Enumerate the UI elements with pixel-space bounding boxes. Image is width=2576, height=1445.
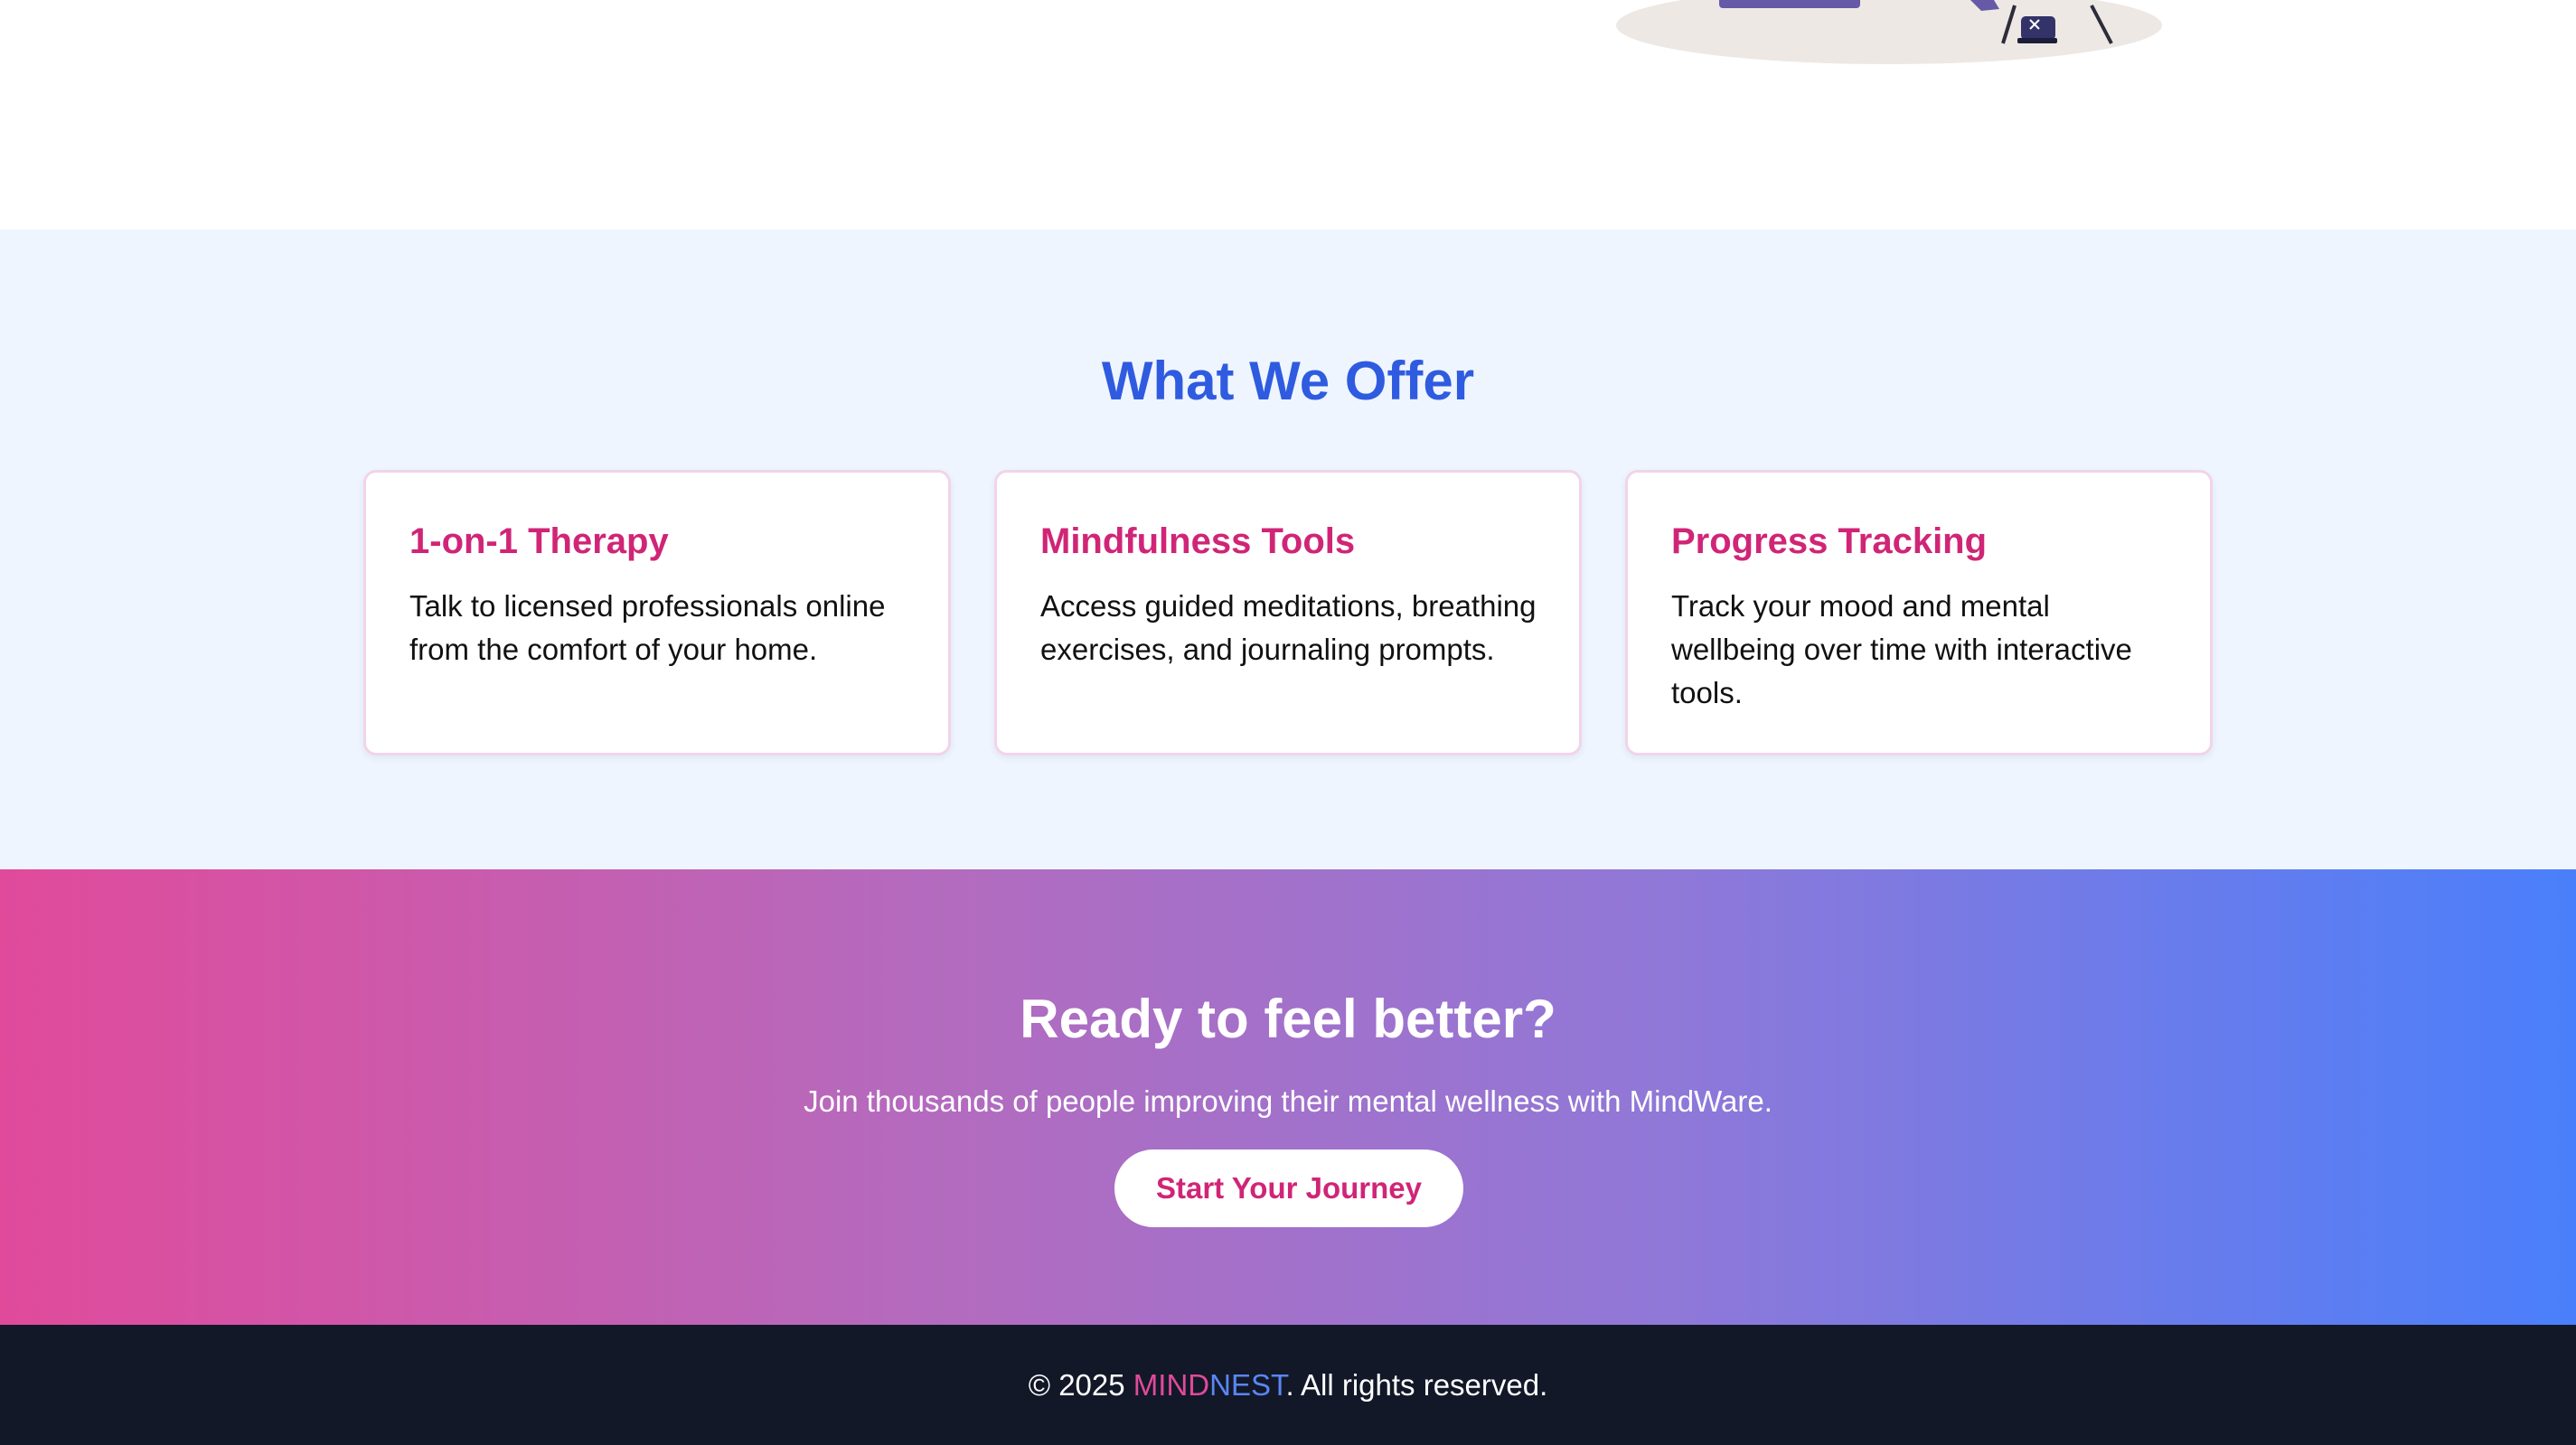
card-text: Access guided meditations, breathing exe… bbox=[1040, 589, 1537, 666]
illustration-laptop-base bbox=[1719, 0, 1860, 8]
footer-copyright-suffix: . All rights reserved. bbox=[1285, 1368, 1548, 1402]
card-title: Mindfulness Tools bbox=[1040, 521, 1356, 561]
hero-section bbox=[0, 0, 2576, 230]
illustration-floor-shadow bbox=[1616, 0, 2162, 64]
card-title: 1-on-1 Therapy bbox=[409, 521, 669, 561]
offer-section: What We Offer 1-on-1 Therapy Talk to lic… bbox=[0, 230, 2576, 869]
cta-title: Ready to feel better? bbox=[1020, 989, 1556, 1049]
card-title: Progress Tracking bbox=[1671, 521, 1988, 561]
offer-card-therapy: 1-on-1 Therapy Talk to licensed professi… bbox=[363, 470, 951, 755]
offer-card-progress: Progress Tracking Track your mood and me… bbox=[1625, 470, 2213, 755]
card-text: Track your mood and mental wellbeing ove… bbox=[1671, 589, 2132, 709]
offer-card-mindfulness: Mindfulness Tools Access guided meditati… bbox=[994, 470, 1582, 755]
cta-section: Ready to feel better? Join thousands of … bbox=[0, 869, 2576, 1325]
card-text: Talk to licensed professionals online fr… bbox=[409, 589, 886, 666]
offer-title: What We Offer bbox=[1101, 351, 1475, 411]
person-at-laptop-illustration bbox=[1616, 0, 2162, 64]
illustration-shoe-sole bbox=[2017, 38, 2057, 43]
footer-brand-mind: MIND bbox=[1133, 1368, 1210, 1402]
footer-copyright-prefix: © 2025 bbox=[1028, 1368, 1133, 1402]
page: What We Offer 1-on-1 Therapy Talk to lic… bbox=[0, 0, 2576, 1445]
start-journey-button[interactable]: Start Your Journey bbox=[1114, 1149, 1463, 1227]
footer-brand-nest: NEST bbox=[1209, 1368, 1286, 1402]
footer: © 2025 MINDNEST. All rights reserved. bbox=[0, 1325, 2576, 1445]
cta-text: Join thousands of people improving their… bbox=[804, 1084, 1772, 1118]
